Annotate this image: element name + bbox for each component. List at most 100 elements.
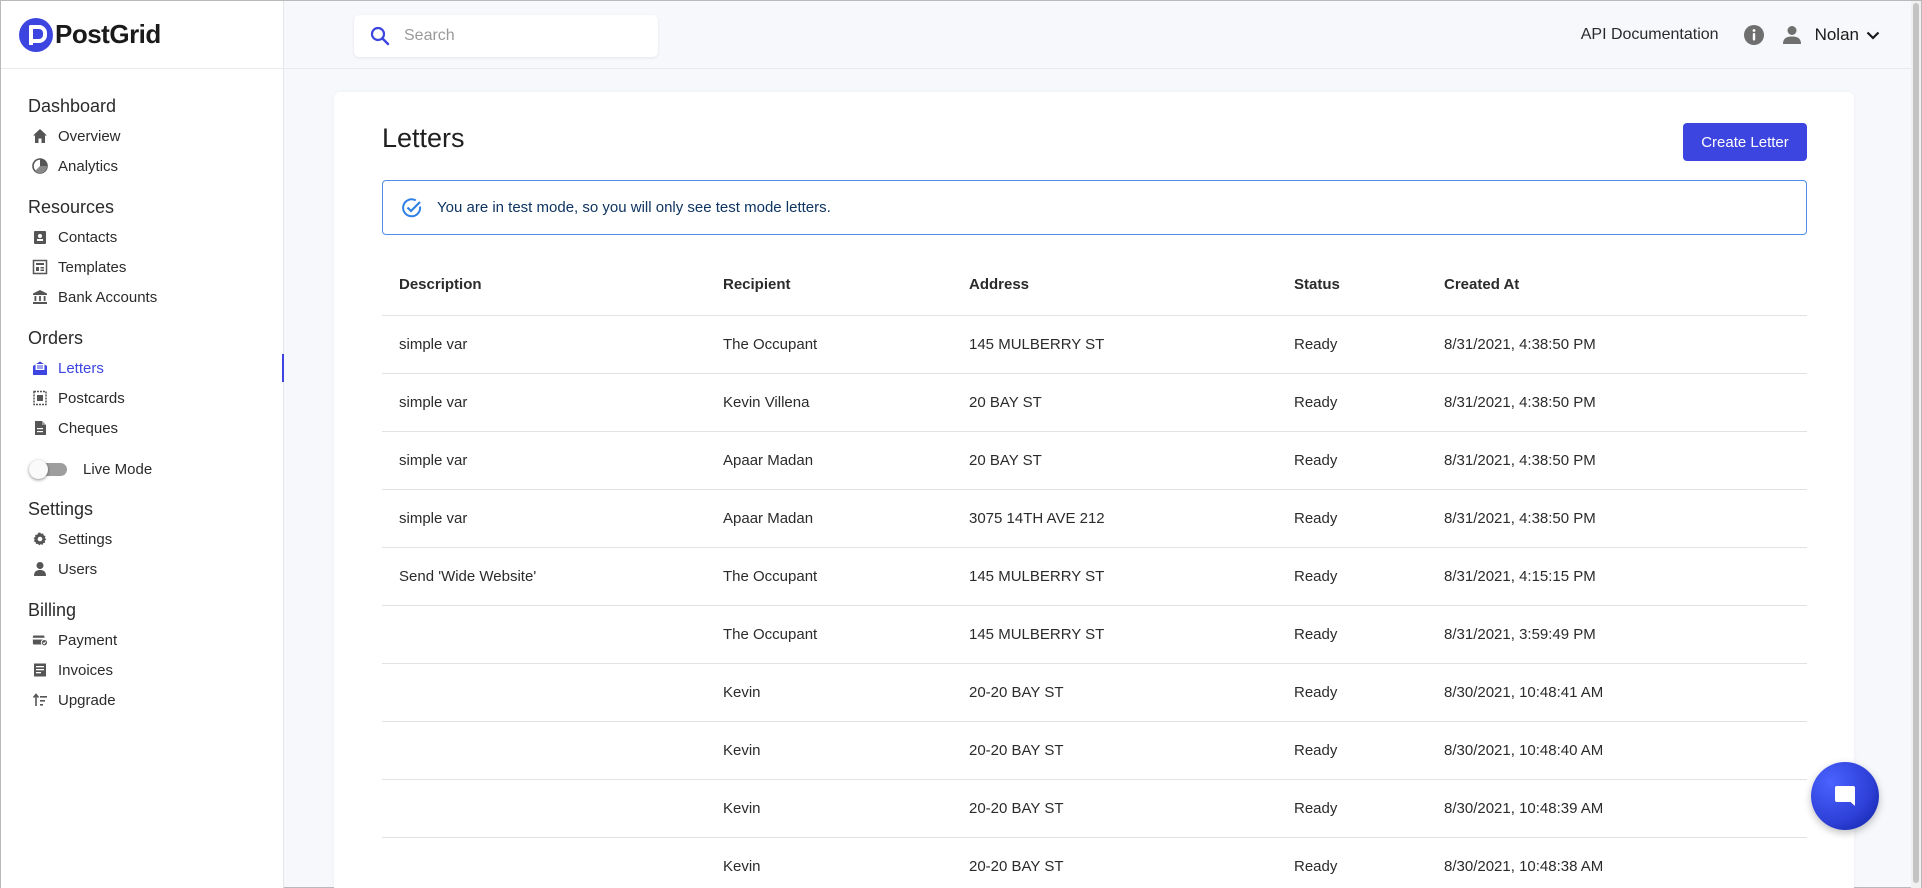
- column-header-created-at[interactable]: Created At: [1427, 254, 1807, 316]
- sidebar-item-invoices[interactable]: Invoices: [1, 655, 283, 685]
- column-header-status[interactable]: Status: [1277, 254, 1427, 316]
- cell-created-at: 8/31/2021, 4:38:50 PM: [1427, 373, 1807, 432]
- search-icon: [370, 26, 390, 46]
- sidebar-item-label: Bank Accounts: [58, 288, 158, 306]
- table-header-row: Description Recipient Address Status Cre…: [382, 254, 1807, 316]
- pie-chart-icon: [32, 158, 48, 174]
- search-box: [354, 15, 658, 57]
- user-name[interactable]: Nolan: [1815, 25, 1859, 45]
- cell-description: [382, 605, 706, 664]
- cell-created-at: 8/30/2021, 10:48:38 AM: [1427, 837, 1807, 888]
- sidebar-item-upgrade[interactable]: Upgrade: [1, 685, 283, 715]
- sidebar-item-overview[interactable]: Overview: [1, 121, 283, 151]
- cell-address: 20-20 BAY ST: [952, 663, 1277, 722]
- scrollbar-thumb[interactable]: [1913, 3, 1919, 883]
- sidebar-item-postcards[interactable]: Postcards: [1, 383, 283, 413]
- create-letter-button[interactable]: Create Letter: [1683, 123, 1807, 161]
- document-icon: [32, 420, 48, 436]
- cell-status: Ready: [1277, 605, 1427, 664]
- cell-description: simple var: [382, 373, 706, 432]
- cell-created-at: 8/31/2021, 4:38:50 PM: [1427, 489, 1807, 548]
- brand-name: PostGrid: [55, 19, 161, 49]
- account-icon[interactable]: [1781, 24, 1803, 46]
- cell-address: 20-20 BAY ST: [952, 779, 1277, 838]
- table-row[interactable]: The Occupant 145 MULBERRY ST Ready 8/31/…: [382, 605, 1807, 664]
- sidebar-item-label: Overview: [58, 127, 121, 145]
- invoice-icon: [32, 662, 48, 678]
- cell-created-at: 8/30/2021, 10:48:39 AM: [1427, 779, 1807, 838]
- cell-address: 20-20 BAY ST: [952, 721, 1277, 780]
- upgrade-icon: [32, 692, 48, 708]
- cell-description: simple var: [382, 315, 706, 374]
- table-row[interactable]: Send 'Wide Website' The Occupant 145 MUL…: [382, 547, 1807, 606]
- sidebar-item-payment[interactable]: Payment: [1, 625, 283, 655]
- sidebar-item-cheques[interactable]: Cheques: [1, 413, 283, 443]
- search-input[interactable]: [404, 27, 644, 45]
- cell-created-at: 8/31/2021, 4:38:50 PM: [1427, 315, 1807, 374]
- chat-launcher-button[interactable]: [1811, 762, 1879, 830]
- cell-created-at: 8/31/2021, 4:38:50 PM: [1427, 431, 1807, 490]
- column-header-description[interactable]: Description: [382, 254, 706, 316]
- logo[interactable]: PostGrid: [1, 1, 283, 69]
- cell-recipient: Apaar Madan: [706, 431, 952, 490]
- user-icon: [32, 561, 48, 577]
- table-row[interactable]: Kevin 20-20 BAY ST Ready 8/30/2021, 10:4…: [382, 779, 1807, 838]
- cell-created-at: 8/31/2021, 4:15:15 PM: [1427, 547, 1807, 606]
- bank-icon: [32, 289, 48, 305]
- column-header-address[interactable]: Address: [952, 254, 1277, 316]
- table-row[interactable]: Kevin 20-20 BAY ST Ready 8/30/2021, 10:4…: [382, 837, 1807, 888]
- test-mode-alert: You are in test mode, so you will only s…: [382, 180, 1807, 235]
- table-row[interactable]: simple var Kevin Villena 20 BAY ST Ready…: [382, 373, 1807, 432]
- sidebar-item-analytics[interactable]: Analytics: [1, 151, 283, 181]
- sidebar-item-label: Analytics: [58, 157, 119, 175]
- sidebar-item-templates[interactable]: Templates: [1, 252, 283, 282]
- cell-recipient: Kevin: [706, 779, 952, 838]
- cell-description: [382, 663, 706, 722]
- cell-status: Ready: [1277, 547, 1427, 606]
- check-circle-icon: [401, 197, 423, 219]
- table-row[interactable]: simple var Apaar Madan 20 BAY ST Ready 8…: [382, 431, 1807, 490]
- cell-recipient: Apaar Madan: [706, 489, 952, 548]
- cell-created-at: 8/31/2021, 3:59:49 PM: [1427, 605, 1807, 664]
- nav-section-dashboard: Dashboard: [28, 96, 117, 116]
- sidebar-item-label: Invoices: [58, 661, 114, 679]
- toggle-knob: [29, 460, 48, 479]
- alert-text: You are in test mode, so you will only s…: [437, 199, 831, 216]
- cell-description: [382, 837, 706, 888]
- table-row[interactable]: simple var The Occupant 145 MULBERRY ST …: [382, 315, 1807, 374]
- cell-status: Ready: [1277, 663, 1427, 722]
- cell-status: Ready: [1277, 489, 1427, 548]
- live-mode-row: Live Mode: [1, 454, 283, 484]
- sidebar-nav: Dashboard Overview Analytics Resources C…: [1, 69, 284, 715]
- sidebar-item-label: Letters: [58, 359, 104, 377]
- chevron-down-icon[interactable]: [1865, 27, 1881, 43]
- sidebar-item-bank-accounts[interactable]: Bank Accounts: [1, 282, 283, 312]
- sidebar-item-label: Cheques: [58, 419, 119, 437]
- contact-card-icon: [32, 229, 48, 245]
- cell-address: 145 MULBERRY ST: [952, 605, 1277, 664]
- sidebar-item-contacts[interactable]: Contacts: [1, 222, 283, 252]
- postgrid-logo-icon: [19, 17, 53, 52]
- cell-address: 20-20 BAY ST: [952, 837, 1277, 888]
- sidebar-item-letters[interactable]: Letters: [1, 353, 284, 383]
- sidebar-item-settings[interactable]: Settings: [1, 524, 283, 554]
- cell-description: [382, 721, 706, 780]
- cell-recipient: Kevin: [706, 663, 952, 722]
- api-documentation-link[interactable]: API Documentation: [1581, 26, 1719, 44]
- cell-recipient: Kevin: [706, 721, 952, 780]
- nav-section-resources: Resources: [28, 197, 115, 217]
- payment-icon: [32, 632, 48, 648]
- table-row[interactable]: simple var Apaar Madan 3075 14TH AVE 212…: [382, 489, 1807, 548]
- column-header-recipient[interactable]: Recipient: [706, 254, 952, 316]
- table-row[interactable]: Kevin 20-20 BAY ST Ready 8/30/2021, 10:4…: [382, 721, 1807, 780]
- live-mode-toggle[interactable]: [29, 460, 69, 479]
- sidebar-item-users[interactable]: Users: [1, 554, 283, 584]
- chat-bubble-icon: [1832, 783, 1858, 809]
- home-icon: [32, 128, 48, 144]
- page-scrollbar[interactable]: [1911, 1, 1921, 888]
- cell-address: 3075 14TH AVE 212: [952, 489, 1277, 548]
- table-row[interactable]: Kevin 20-20 BAY ST Ready 8/30/2021, 10:4…: [382, 663, 1807, 722]
- info-icon[interactable]: [1743, 24, 1765, 46]
- cell-description: simple var: [382, 489, 706, 548]
- live-mode-label: Live Mode: [83, 460, 153, 478]
